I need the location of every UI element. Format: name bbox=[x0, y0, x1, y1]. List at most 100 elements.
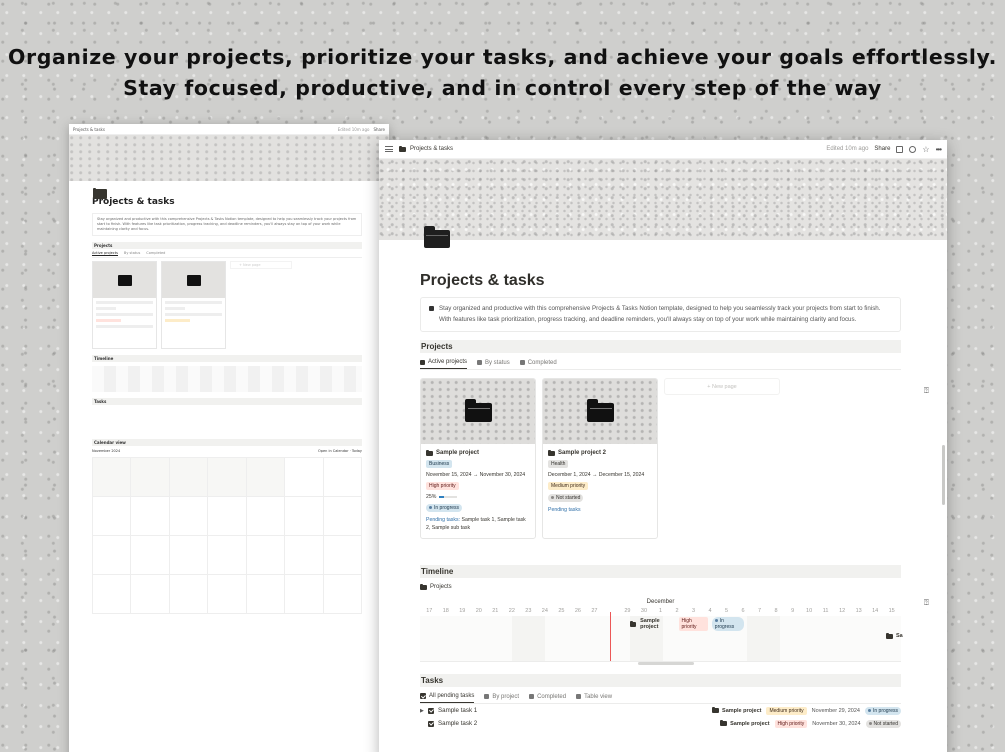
status-badge: Not started bbox=[548, 494, 584, 502]
callout-icon bbox=[429, 306, 434, 311]
toggle-icon[interactable]: ▶ bbox=[420, 708, 428, 714]
scrollbar[interactable] bbox=[942, 160, 945, 752]
priority-badge: High priority bbox=[426, 482, 459, 490]
task-project[interactable]: Sample project bbox=[712, 707, 761, 714]
status-label: Not started bbox=[556, 495, 581, 501]
background-card bbox=[92, 261, 157, 349]
folder-icon bbox=[548, 449, 555, 456]
checkbox-icon bbox=[428, 720, 434, 727]
folder-icon bbox=[886, 632, 893, 639]
timeline-bar-name: Sa bbox=[896, 633, 903, 639]
tab-by-project[interactable]: By project bbox=[484, 690, 519, 703]
status-badge: In progress bbox=[711, 617, 744, 631]
tab-completed[interactable]: Completed bbox=[519, 356, 557, 369]
new-page-button[interactable]: + New page bbox=[664, 378, 780, 395]
task-name[interactable]: Sample task 2 bbox=[438, 720, 477, 727]
tab-label: Completed bbox=[537, 693, 567, 700]
background-folder-icon bbox=[93, 188, 109, 202]
tab-table-view[interactable]: Table view bbox=[576, 690, 612, 703]
timeline-area[interactable]: Sample project High priority In progress… bbox=[420, 612, 903, 665]
tab-label: Projects bbox=[430, 584, 452, 590]
priority-badge: Medium priority bbox=[766, 706, 807, 715]
background-section-timeline: Timeline bbox=[92, 355, 362, 362]
status-icon bbox=[477, 360, 483, 365]
card-cover bbox=[421, 379, 535, 444]
pending-tasks[interactable]: Pending tasks bbox=[548, 506, 652, 514]
background-tasks-list bbox=[92, 405, 362, 433]
checkbox-icon bbox=[576, 694, 582, 699]
comments-icon[interactable] bbox=[896, 145, 904, 153]
checkbox-icon bbox=[420, 693, 426, 699]
background-calendar-grid bbox=[92, 457, 362, 614]
clock-icon[interactable] bbox=[909, 145, 917, 153]
breadcrumb-label: Projects & tasks bbox=[410, 146, 454, 152]
background-today: Today bbox=[351, 449, 362, 453]
weekend-band bbox=[512, 616, 545, 661]
status-badge: Not started bbox=[865, 719, 901, 728]
tag-badge: Health bbox=[548, 460, 569, 468]
timeline-day: 8 bbox=[774, 608, 778, 614]
page-folder-icon[interactable] bbox=[424, 226, 450, 248]
pending-tasks[interactable]: Pending tasks: Sample task 1, Sample tas… bbox=[426, 516, 530, 532]
folder-icon bbox=[630, 620, 637, 627]
background-timeline-grid bbox=[92, 366, 362, 392]
comment-margin-icon[interactable]: ⍰ bbox=[924, 386, 933, 395]
headline-line-2: Stay focused, productive, and in control… bbox=[123, 76, 882, 100]
background-window-topbar: Projects & tasks Edited 10m ago Share bbox=[69, 124, 389, 135]
folder-icon bbox=[712, 707, 720, 713]
tab-tasks-completed[interactable]: Completed bbox=[529, 690, 566, 703]
project-card[interactable]: Sample project Business November 15, 202… bbox=[420, 378, 536, 539]
tab-all-pending[interactable]: All pending tasks bbox=[420, 690, 475, 703]
weekend-band bbox=[747, 616, 780, 661]
tab-timeline-projects[interactable]: Projects bbox=[420, 581, 452, 593]
task-project[interactable]: Sample project bbox=[720, 720, 770, 727]
tab-by-status[interactable]: By status bbox=[477, 356, 510, 369]
timeline-day: 11 bbox=[822, 608, 829, 614]
breadcrumb[interactable]: Projects & tasks bbox=[399, 145, 454, 152]
share-button[interactable]: Share bbox=[874, 146, 890, 152]
task-row[interactable]: ▶ Sample task 1 Sample project Medium pr… bbox=[420, 704, 901, 717]
timeline-day: 23 bbox=[525, 608, 532, 614]
task-name[interactable]: Sample task 1 bbox=[438, 707, 477, 714]
timeline-day: 20 bbox=[475, 608, 482, 614]
more-icon[interactable]: ••• bbox=[936, 145, 942, 154]
timeline-project-bar-2[interactable]: Sa bbox=[886, 632, 903, 639]
status-label: Not started bbox=[873, 720, 898, 727]
priority-badge: High priority bbox=[678, 617, 708, 631]
timeline-day: 7 bbox=[758, 608, 762, 614]
menu-icon[interactable] bbox=[385, 146, 393, 152]
tab-label: By status bbox=[485, 359, 510, 366]
tab-label: Active projects bbox=[428, 359, 468, 365]
background-page-title: Projects & tasks bbox=[92, 197, 175, 207]
page-title[interactable]: Projects & tasks bbox=[420, 272, 901, 290]
timeline-day: 29 bbox=[624, 608, 631, 614]
tasks-list: ▶ Sample task 1 Sample project Medium pr… bbox=[420, 704, 901, 730]
folder-icon bbox=[420, 583, 427, 590]
timeline-day: 27 bbox=[591, 608, 598, 614]
folder-icon bbox=[720, 720, 728, 726]
timeline-day: 30 bbox=[640, 608, 648, 614]
timeline-day: 14 bbox=[872, 608, 879, 614]
task-row[interactable]: Sample task 2 Sample project High priori… bbox=[420, 717, 901, 730]
timeline-day: 2 bbox=[675, 608, 679, 614]
background-section-calendar: Calendar view bbox=[92, 439, 362, 446]
status-badge: In progress bbox=[864, 706, 901, 715]
tab-active-projects[interactable]: Active projects bbox=[420, 356, 468, 369]
task-date: November 30, 2024 bbox=[812, 720, 861, 727]
star-icon[interactable]: ☆ bbox=[922, 145, 929, 153]
timeline-heading: Timeline bbox=[420, 565, 901, 578]
timeline-day: 6 bbox=[741, 608, 745, 614]
timeline-day: 15 bbox=[888, 608, 895, 614]
background-tab-status: By status bbox=[123, 251, 141, 255]
task-date: November 29, 2024 bbox=[811, 707, 860, 714]
task-project-name: Sample project bbox=[730, 720, 770, 727]
timeline-project-bar[interactable]: Sample project High priority In progress bbox=[630, 617, 744, 631]
timeline-day: 5 bbox=[725, 608, 729, 614]
background-cards: + New page bbox=[92, 261, 362, 349]
project-card[interactable]: Sample project 2 Health December 1, 2024… bbox=[542, 378, 658, 539]
comment-margin-icon[interactable]: ⍰ bbox=[924, 598, 933, 607]
today-line bbox=[610, 612, 611, 661]
tab-label: Completed bbox=[527, 359, 557, 366]
timeline-scrollbar[interactable] bbox=[638, 662, 694, 665]
folder-icon bbox=[426, 449, 433, 456]
